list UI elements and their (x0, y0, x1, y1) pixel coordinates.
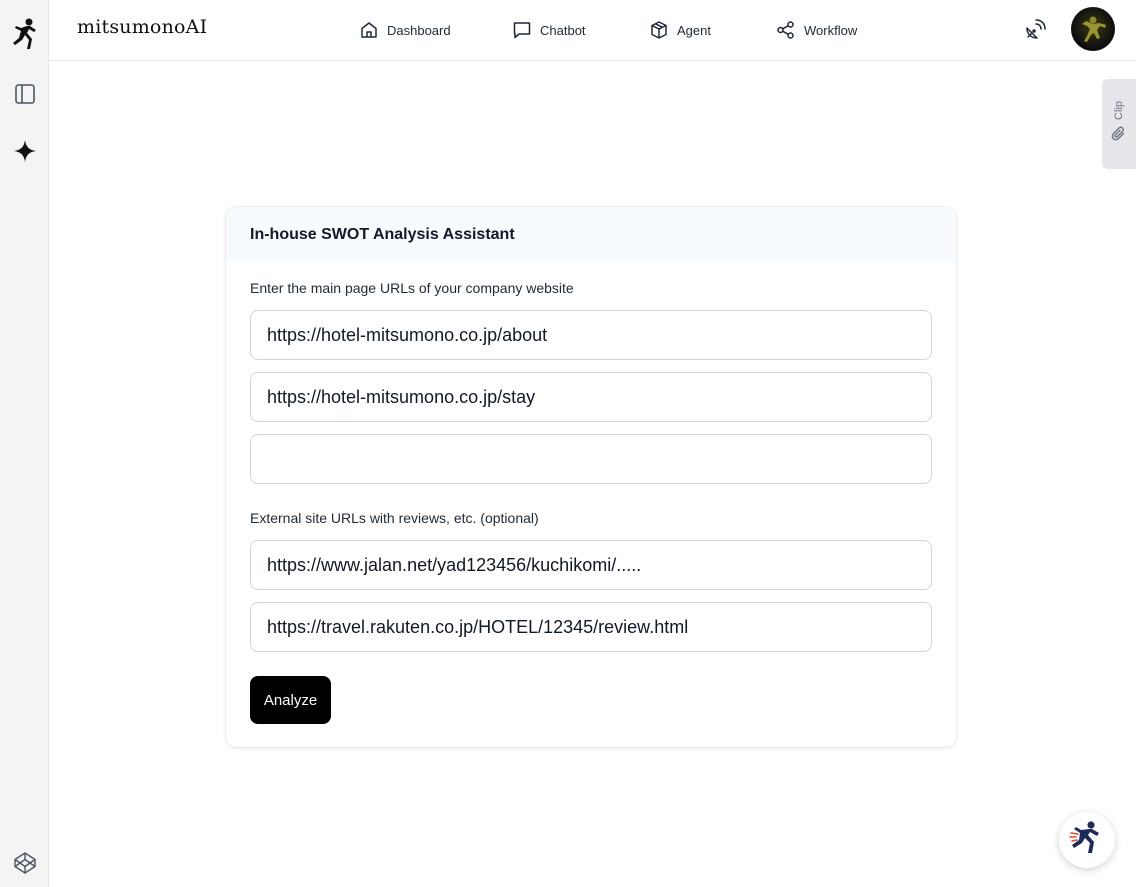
company-url-input-2[interactable] (250, 372, 932, 422)
nav-agent-label: Agent (677, 22, 711, 38)
nav-workflow-label: Workflow (804, 22, 858, 38)
nav-dashboard-label: Dashboard (387, 22, 451, 38)
sparkle-icon[interactable] (0, 131, 49, 171)
clip-tab[interactable]: Clip (1102, 79, 1136, 169)
nav-dashboard[interactable]: Dashboard (359, 0, 451, 60)
left-sidebar (0, 0, 49, 887)
form-title: In-house SWOT Analysis Assistant (250, 225, 515, 243)
external-urls-label: External site URLs with reviews, etc. (o… (250, 510, 539, 526)
share-nodes-icon (776, 20, 796, 40)
panel-toggle-icon[interactable] (0, 74, 49, 114)
chat-bubble-icon (512, 20, 532, 40)
codepen-icon[interactable] (0, 843, 49, 883)
company-url-input-3[interactable] (250, 434, 932, 484)
external-url-input-2[interactable] (250, 602, 932, 652)
runner-mascot-icon (1068, 819, 1106, 862)
assistant-fab-button[interactable] (1059, 812, 1115, 868)
nav-chatbot[interactable]: Chatbot (512, 0, 586, 60)
card-header: In-house SWOT Analysis Assistant (226, 207, 956, 262)
nav-workflow[interactable]: Workflow (776, 0, 857, 60)
swot-form-card: In-house SWOT Analysis Assistant Enter t… (226, 207, 956, 747)
user-avatar[interactable] (1071, 7, 1115, 51)
brand-name[interactable]: mitsumonoAI (77, 16, 207, 38)
company-url-input-1[interactable] (250, 310, 932, 360)
cube-icon (649, 20, 669, 40)
paperclip-icon (1111, 126, 1127, 147)
nav-agent[interactable]: Agent (649, 0, 711, 60)
satellite-dish-icon[interactable] (1022, 17, 1048, 43)
company-urls-label: Enter the main page URLs of your company… (250, 280, 574, 296)
runner-logo-icon[interactable] (0, 10, 49, 58)
external-url-input-1[interactable] (250, 540, 932, 590)
analyze-button[interactable]: Analyze (250, 676, 331, 724)
top-bar: mitsumonoAI Dashboard Chatbot Agent Work… (49, 0, 1136, 61)
nav-chatbot-label: Chatbot (540, 22, 586, 38)
home-icon (359, 20, 379, 40)
clip-label: Clip (1113, 101, 1125, 120)
